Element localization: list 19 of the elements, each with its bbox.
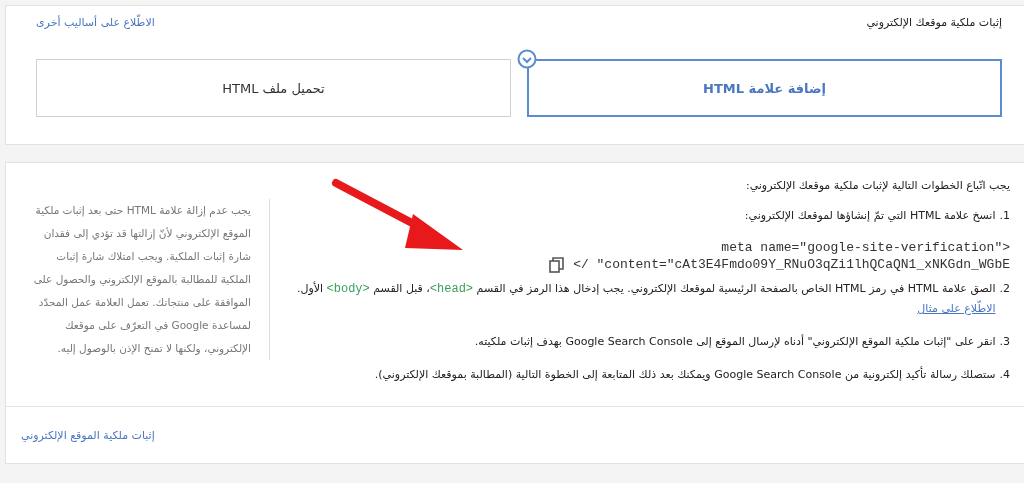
method-option[interactable]: إضافة علامة HTML <box>527 59 1002 117</box>
step-number: 4. <box>999 367 1010 383</box>
method-option[interactable]: تحميل ملف HTML <box>36 59 511 117</box>
verify-link[interactable]: إثبات ملكية الموقع الإلكتروني <box>21 428 155 442</box>
note-text: يجب عدم إزالة علامة HTML حتى بعد إثبات ملكية الموقع الإلكتروني لأنّ إزالتها قد تؤدي إلى فقدان شارة إثبات الملكية. ويجب امتلاك شارة إثبات الملكية للمطالبة بالموقع الإلكتروني والحصول على الموافقة على منتجاتك. تعمل العلامة عمل المحدّد لمساعدة Google في التعرّف على موقعك الإلكتروني، ولكنها لا تمنح الإذن بالوصول إليه. <box>26 199 270 360</box>
step-number: 3. <box>999 334 1010 350</box>
copy-icon[interactable] <box>549 256 566 273</box>
section-title: إثبات ملكية موقعك الإلكتروني <box>866 16 1002 29</box>
step-text: ستصلك رسالة تأكيد إلكترونية من Google Search Console ويمكنك بعد ذلك المتابعة إلى الخطوة التالية (المطالبة بموقعك الإلكتروني). <box>374 365 996 383</box>
code-line: meta name="google-site-verification"> <box>721 239 1010 256</box>
step-text: انقر على "إثبات ملكية الموقع الإلكتروني" أدناه لإرسال الموقع إلى Google Search Console بهدف إثبات ملكيته. <box>474 333 996 350</box>
step-number: 1. <box>999 208 1010 224</box>
example-link[interactable]: الاطّلاع على مثال <box>917 302 996 315</box>
code-line: </ "content="cAt3E4Fmdo09Y_RNuO3qZi1lhQCaQN1_xNKGdn_WGbE <box>573 256 1010 273</box>
step-number: 2. <box>999 281 1010 297</box>
other-methods-link[interactable]: الاطّلاع على أساليب أخرى <box>36 16 155 29</box>
check-circle-icon <box>517 49 537 69</box>
step-text: انسخ علامة HTML التي تمّ إنشاؤها لموقعك الإلكتروني: <box>744 208 996 224</box>
instructions-intro: يجب اتّباع الخطوات التالية لإثبات ملكية موقعك الإلكتروني: <box>744 179 1010 192</box>
